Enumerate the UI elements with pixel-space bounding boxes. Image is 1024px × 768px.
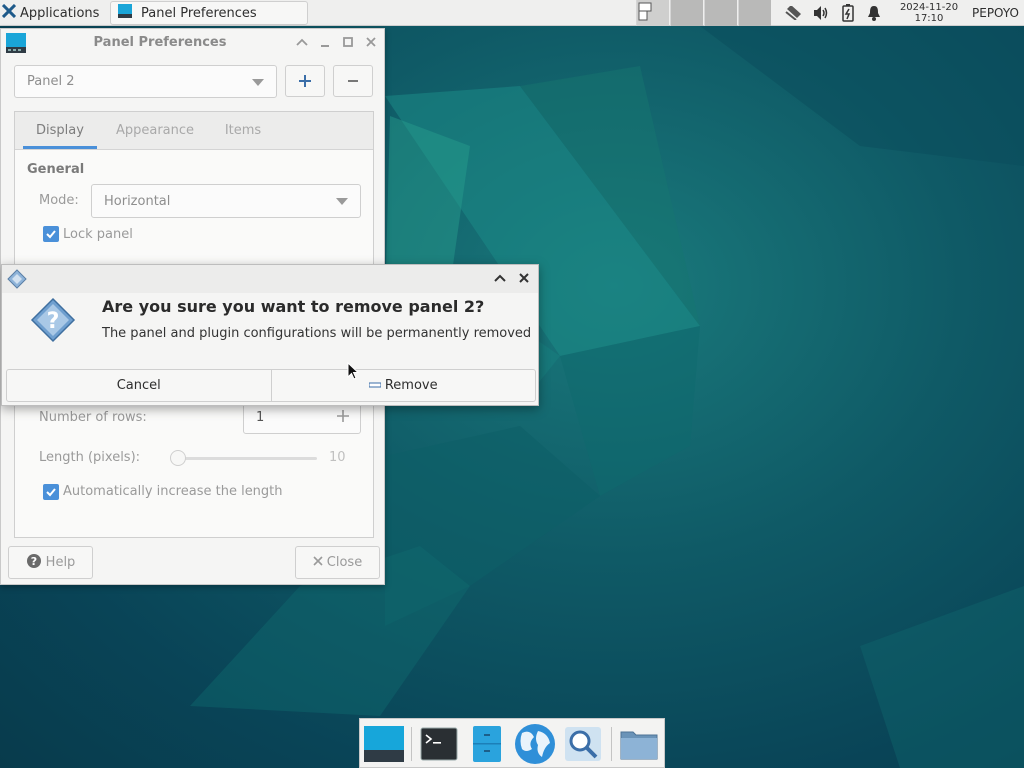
active-tab-indicator (23, 146, 97, 149)
workspace-1[interactable] (636, 0, 669, 26)
plus-icon[interactable] (336, 409, 350, 427)
bottom-dock (359, 718, 665, 768)
section-general-heading: General (27, 162, 85, 177)
tab-bar: Display Appearance Items (15, 112, 373, 150)
minus-icon (348, 80, 358, 82)
tab-appearance[interactable]: Appearance (107, 112, 203, 149)
maximize-button[interactable] (340, 34, 356, 50)
svg-text:?: ? (47, 309, 60, 334)
window-titlebar[interactable]: Panel Preferences (1, 29, 384, 57)
mode-value: Horizontal (104, 193, 171, 209)
checkmark-icon (46, 230, 56, 239)
workspace-2[interactable] (670, 0, 703, 26)
file-manager-icon[interactable] (465, 722, 509, 766)
lock-panel-label: Lock panel (63, 227, 133, 242)
network-icon[interactable] (785, 4, 803, 22)
taskbar-button-panel-preferences[interactable]: Panel Preferences (110, 1, 308, 25)
dialog-heading: Are you sure you want to remove panel 2? (102, 297, 485, 316)
length-label: Length (pixels): (39, 450, 141, 465)
applications-menu[interactable]: Applications (1, 0, 100, 26)
auto-length-checkbox[interactable] (43, 484, 59, 500)
close-window-button[interactable] (363, 34, 379, 50)
length-slider-handle[interactable] (170, 450, 186, 466)
tab-display[interactable]: Display (23, 112, 97, 149)
cancel-button-label: Cancel (116, 378, 161, 393)
length-value: 10 (329, 450, 346, 465)
user-menu[interactable]: PEPOYO (972, 0, 1019, 26)
question-icon: ? (30, 297, 76, 347)
checkmark-icon (46, 488, 56, 497)
battery-icon[interactable] (839, 4, 857, 22)
clock-date: 2024-11-20 (899, 2, 959, 13)
close-icon (313, 555, 323, 570)
remove-panel-dialog: ? Are you sure you want to remove panel … (1, 264, 539, 406)
chevron-down-icon (252, 78, 264, 86)
close-button-label: Close (326, 555, 363, 570)
show-desktop-icon[interactable] (362, 722, 406, 766)
workspace-4[interactable] (738, 0, 771, 26)
panel-selector-value: Panel 2 (27, 74, 75, 89)
clock[interactable]: 2024-11-20 17:10 (892, 0, 966, 26)
chevron-down-icon (336, 198, 348, 205)
add-panel-button[interactable] (285, 65, 325, 97)
help-button-label: Help (45, 555, 76, 570)
help-button[interactable]: ? Help (8, 546, 93, 579)
shade-button[interactable] (294, 34, 310, 50)
dock-separator (411, 727, 412, 761)
help-icon: ? (26, 553, 42, 573)
remove-button[interactable]: Remove (270, 370, 536, 401)
terminal-icon[interactable] (417, 722, 461, 766)
cancel-button[interactable]: Cancel (7, 370, 271, 401)
shade-button[interactable] (494, 272, 506, 287)
dialog-button-row: Cancel Remove (6, 369, 536, 402)
taskbar-button-label: Panel Preferences (141, 5, 257, 21)
dialog-app-icon (7, 269, 27, 293)
auto-length-label: Automatically increase the length (63, 484, 283, 499)
panel-selector-combo[interactable]: Panel 2 (14, 65, 277, 98)
window-title: Panel Preferences (93, 35, 227, 50)
minimize-button[interactable] (317, 34, 333, 50)
app-finder-icon[interactable] (561, 722, 605, 766)
mode-label: Mode: (39, 193, 79, 208)
notifications-bell-icon[interactable] (865, 4, 883, 22)
panel-preferences-app-icon (117, 3, 133, 23)
web-browser-icon[interactable] (513, 722, 557, 766)
close-button[interactable]: Close (295, 546, 380, 579)
clock-time: 17:10 (914, 13, 944, 24)
close-dialog-button[interactable] (518, 272, 530, 288)
rows-label: Number of rows: (39, 410, 147, 425)
xfce-logo-icon (1, 3, 17, 22)
remove-button-label: Remove (384, 378, 438, 393)
top-panel: Applications Panel Preferences 2024-11-2… (0, 0, 1024, 26)
applications-label: Applications (20, 5, 100, 21)
dock-separator (611, 727, 612, 761)
dialog-titlebar[interactable] (2, 265, 538, 293)
remove-icon (368, 378, 382, 393)
rows-value: 1 (256, 409, 265, 425)
folder-icon[interactable] (617, 722, 661, 766)
plus-icon (299, 75, 311, 87)
workspace-3[interactable] (704, 0, 737, 26)
svg-text:?: ? (30, 555, 36, 568)
dialog-message: The panel and plugin configurations will… (102, 326, 532, 341)
mouse-pointer-icon (347, 361, 361, 386)
volume-icon[interactable] (812, 4, 830, 22)
mode-combo[interactable]: Horizontal (91, 184, 361, 218)
remove-panel-button[interactable] (333, 65, 373, 97)
tab-items[interactable]: Items (213, 112, 273, 149)
lock-panel-checkbox[interactable] (43, 226, 59, 242)
length-slider[interactable] (170, 450, 317, 466)
